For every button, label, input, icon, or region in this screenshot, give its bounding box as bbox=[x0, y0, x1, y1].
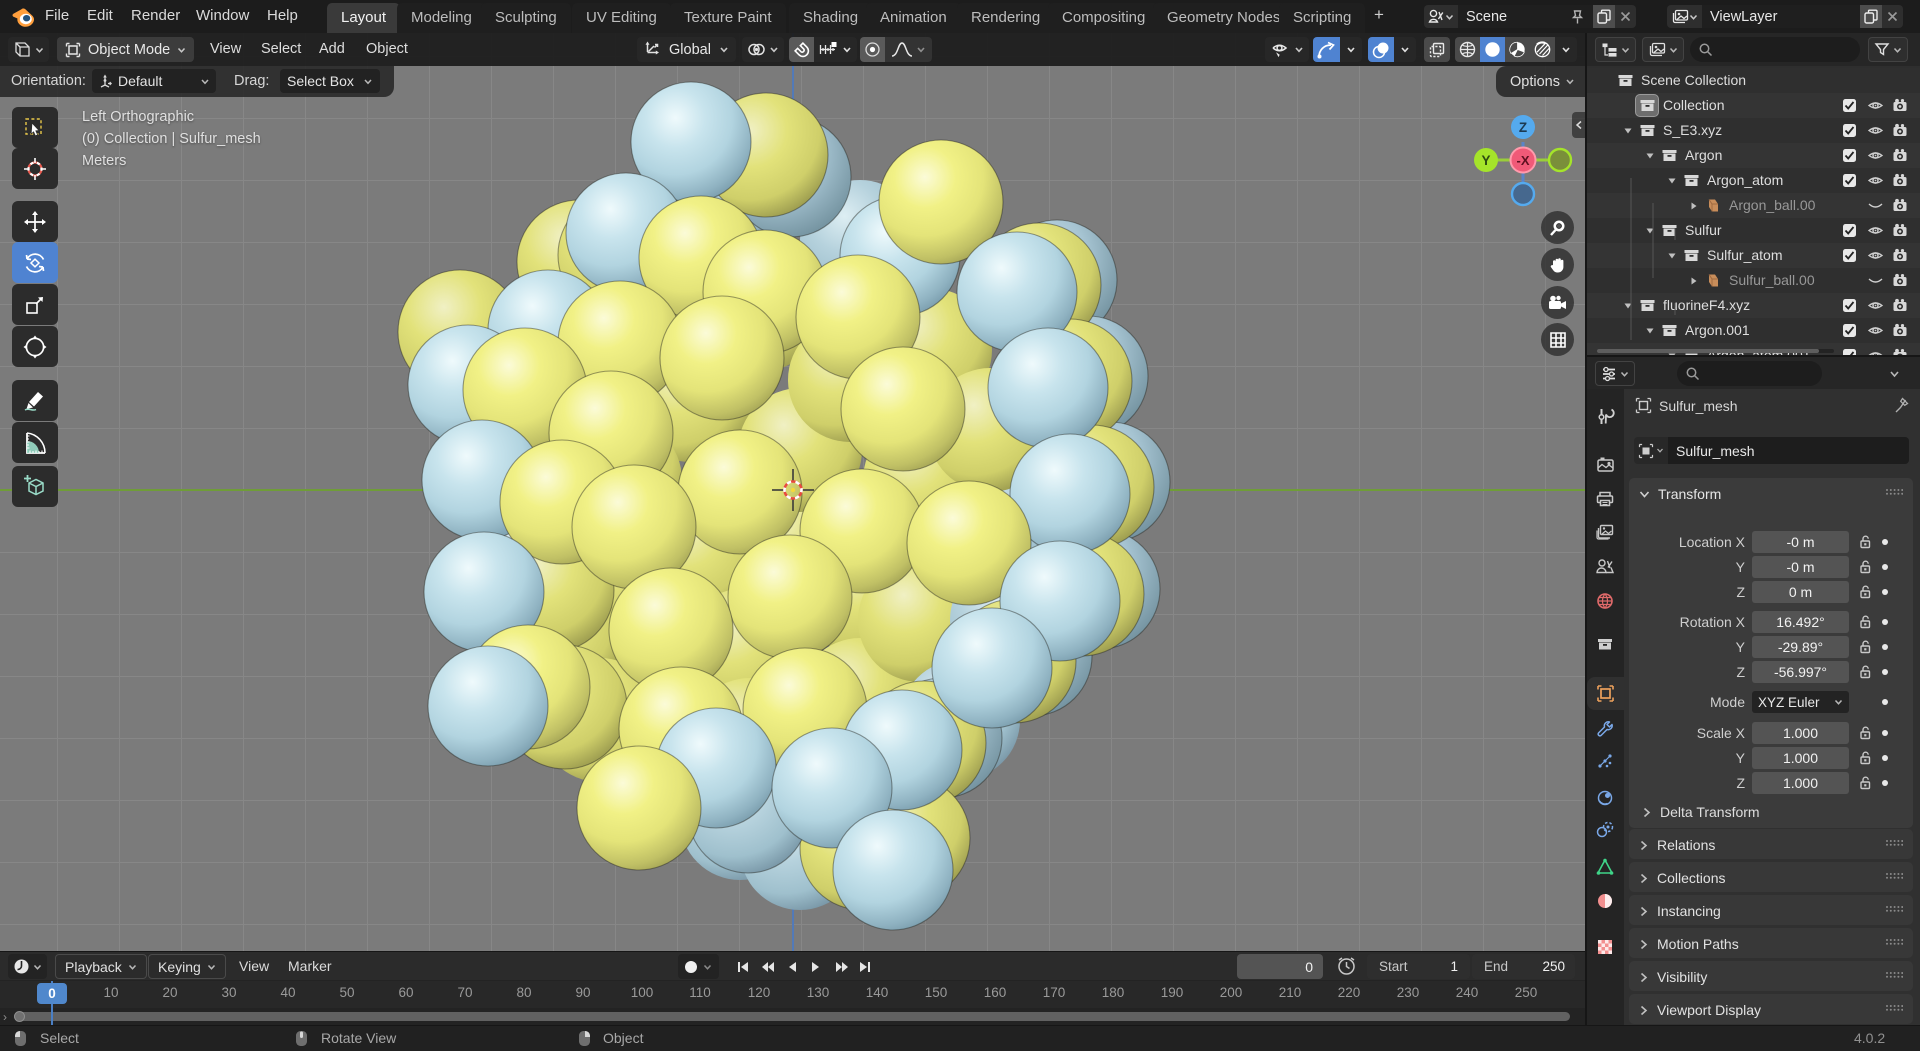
svg-text:-X: -X bbox=[1517, 153, 1530, 168]
svg-text:Z: Z bbox=[1519, 120, 1527, 135]
svg-text:Y: Y bbox=[1481, 153, 1490, 168]
